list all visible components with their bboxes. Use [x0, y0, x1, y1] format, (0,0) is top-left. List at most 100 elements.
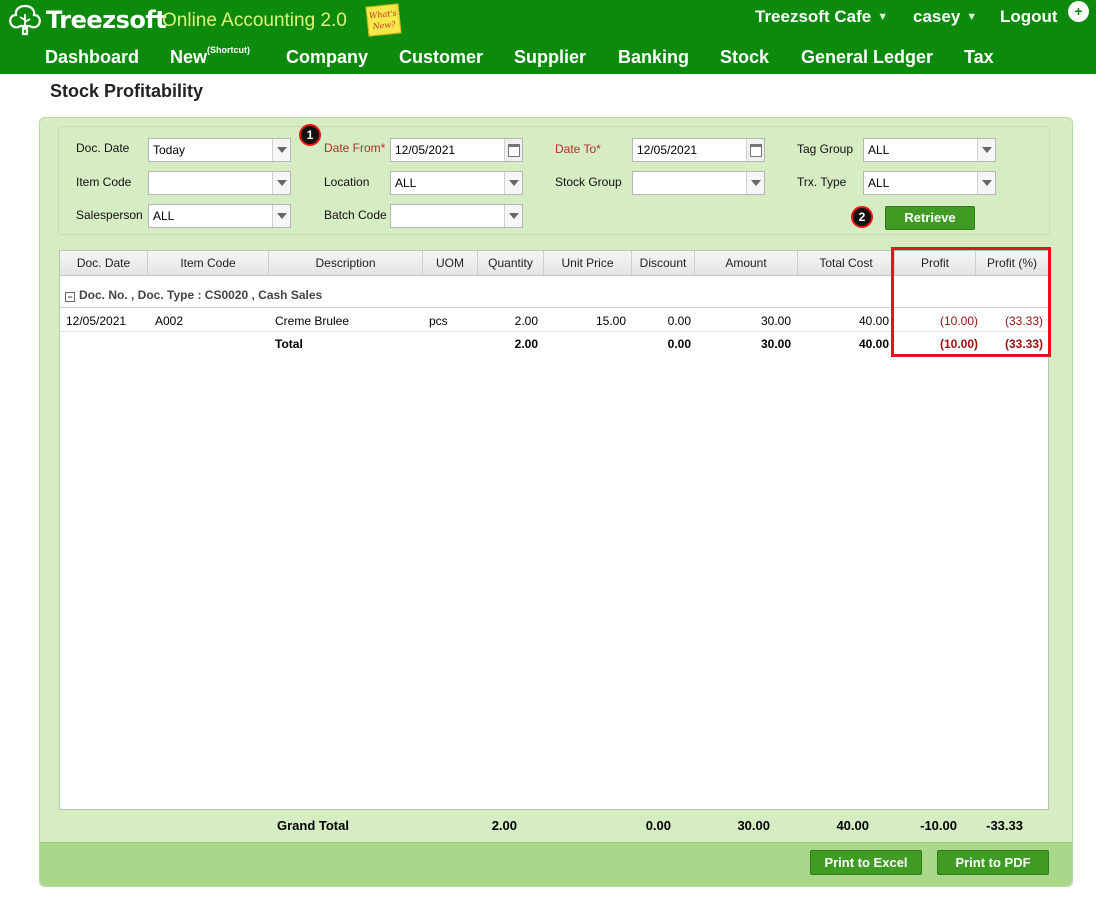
- chevron-down-icon: ▼: [966, 11, 978, 23]
- chevron-down-icon: ▼: [877, 11, 889, 23]
- nav-new-label: New: [170, 47, 208, 67]
- tag-group-select[interactable]: ALL: [863, 138, 996, 162]
- stock-group-select[interactable]: [632, 171, 765, 195]
- salesperson-label: Salesperson: [76, 208, 143, 222]
- chevron-down-icon: [977, 139, 995, 161]
- location-value: ALL: [395, 176, 417, 190]
- grand-total-amount: 30.00: [737, 818, 770, 833]
- row-amount: 30.00: [760, 314, 791, 328]
- row-description: Creme Brulee: [275, 314, 350, 328]
- column-header-unit-price[interactable]: Unit Price: [544, 251, 632, 276]
- nav-company[interactable]: Company: [286, 47, 368, 68]
- total-amount: 30.00: [760, 337, 791, 351]
- date-to-label: Date To*: [555, 142, 601, 156]
- grand-total-total-cost: 40.00: [836, 818, 869, 833]
- row-discount: 0.00: [667, 314, 691, 328]
- nav-stock[interactable]: Stock: [720, 47, 769, 68]
- doc-date-label: Doc. Date: [76, 141, 130, 155]
- row-unit-price: 15.00: [595, 314, 626, 328]
- grand-total-discount: 0.00: [645, 818, 671, 833]
- salesperson-value: ALL: [153, 209, 175, 223]
- location-select[interactable]: ALL: [390, 171, 523, 195]
- logout-link[interactable]: Logout: [1000, 7, 1058, 27]
- doc-date-select[interactable]: Today: [148, 138, 291, 162]
- person-add-icon[interactable]: +: [1068, 1, 1089, 22]
- trx-type-select[interactable]: ALL: [863, 171, 996, 195]
- grand-total-quantity: 2.00: [491, 818, 517, 833]
- tag-group-label: Tag Group: [797, 142, 854, 156]
- total-total-cost: 40.00: [858, 337, 889, 351]
- column-header-doc-date[interactable]: Doc. Date: [60, 251, 148, 276]
- chevron-down-icon: [977, 172, 995, 194]
- row-uom: pcs: [429, 314, 448, 328]
- row-quantity: 2.00: [514, 314, 538, 328]
- chevron-down-icon: [272, 172, 290, 194]
- top-header: Treezsoft Online Accounting 2.0 What's N…: [0, 0, 1096, 74]
- column-header-discount[interactable]: Discount: [632, 251, 695, 276]
- retrieve-button[interactable]: Retrieve: [885, 206, 975, 230]
- calendar-icon[interactable]: [504, 139, 522, 161]
- user-menu[interactable]: casey ▼: [913, 7, 977, 27]
- print-pdf-button[interactable]: Print to PDF: [937, 850, 1049, 875]
- date-to-value: 12/05/2021: [637, 143, 698, 157]
- date-from-label: Date From*: [324, 141, 386, 155]
- column-header-amount[interactable]: Amount: [695, 251, 798, 276]
- company-menu[interactable]: Treezsoft Cafe ▼: [755, 7, 888, 27]
- date-to-input[interactable]: 12/05/2021: [632, 138, 765, 162]
- chevron-down-icon: [746, 172, 764, 194]
- step-marker-2: 2: [851, 206, 873, 228]
- date-from-value: 12/05/2021: [395, 143, 456, 157]
- total-quantity: 2.00: [514, 337, 538, 351]
- row-doc-date: 12/05/2021: [66, 314, 127, 328]
- item-code-select[interactable]: [148, 171, 291, 195]
- tree-logo-icon: [9, 4, 41, 36]
- calendar-icon[interactable]: [746, 139, 764, 161]
- row-total-cost: 40.00: [858, 314, 889, 328]
- batch-code-label: Batch Code: [324, 208, 387, 222]
- app-subtitle: Online Accounting 2.0: [162, 10, 347, 31]
- nav-new[interactable]: New(Shortcut): [170, 45, 251, 68]
- date-from-input[interactable]: 12/05/2021: [390, 138, 523, 162]
- batch-code-select[interactable]: [390, 204, 523, 228]
- stock-group-label: Stock Group: [555, 175, 622, 189]
- nav-banking[interactable]: Banking: [618, 47, 689, 68]
- column-header-uom[interactable]: UOM: [423, 251, 478, 276]
- collapse-icon[interactable]: −: [65, 292, 75, 302]
- nav-general-ledger[interactable]: General Ledger: [801, 47, 933, 68]
- logo[interactable]: Treezsoft: [6, 4, 167, 36]
- nav-new-shortcut: (Shortcut): [207, 45, 251, 55]
- trx-type-value: ALL: [868, 176, 890, 190]
- total-discount: 0.00: [667, 337, 691, 351]
- column-header-description[interactable]: Description: [269, 251, 423, 276]
- item-code-label: Item Code: [76, 175, 132, 189]
- total-label: Total: [275, 337, 303, 351]
- grand-total-profit: -10.00: [920, 818, 957, 833]
- group-label: Doc. No. , Doc. Type : CS0020 , Cash Sal…: [79, 288, 323, 302]
- chevron-down-icon: [272, 205, 290, 227]
- nav-supplier[interactable]: Supplier: [514, 47, 586, 68]
- location-label: Location: [324, 175, 370, 189]
- grand-total-profit-pct: -33.33: [986, 818, 1023, 833]
- page-title: Stock Profitability: [50, 81, 204, 101]
- chevron-down-icon: [504, 172, 522, 194]
- trx-type-label: Trx. Type: [797, 175, 847, 189]
- company-name: Treezsoft Cafe: [755, 7, 872, 26]
- logout-label: Logout: [1000, 7, 1058, 26]
- whats-new-badge[interactable]: What's New?: [365, 3, 402, 37]
- column-header-quantity[interactable]: Quantity: [478, 251, 544, 276]
- profit-highlight-box: [891, 247, 1051, 357]
- column-header-item-code[interactable]: Item Code: [148, 251, 269, 276]
- print-excel-button[interactable]: Print to Excel: [810, 850, 922, 875]
- doc-date-value: Today: [153, 143, 186, 157]
- row-item-code: A002: [155, 314, 184, 328]
- nav-customer[interactable]: Customer: [399, 47, 483, 68]
- nav-dashboard[interactable]: Dashboard: [45, 47, 139, 68]
- chevron-down-icon: [504, 205, 522, 227]
- main-nav: Dashboard New(Shortcut) Company Customer…: [0, 45, 1096, 71]
- column-header-total-cost[interactable]: Total Cost: [798, 251, 895, 276]
- salesperson-select[interactable]: ALL: [148, 204, 291, 228]
- chevron-down-icon: [272, 139, 290, 161]
- tag-group-value: ALL: [868, 143, 890, 157]
- nav-tax[interactable]: Tax: [964, 47, 994, 68]
- user-name: casey: [913, 7, 961, 26]
